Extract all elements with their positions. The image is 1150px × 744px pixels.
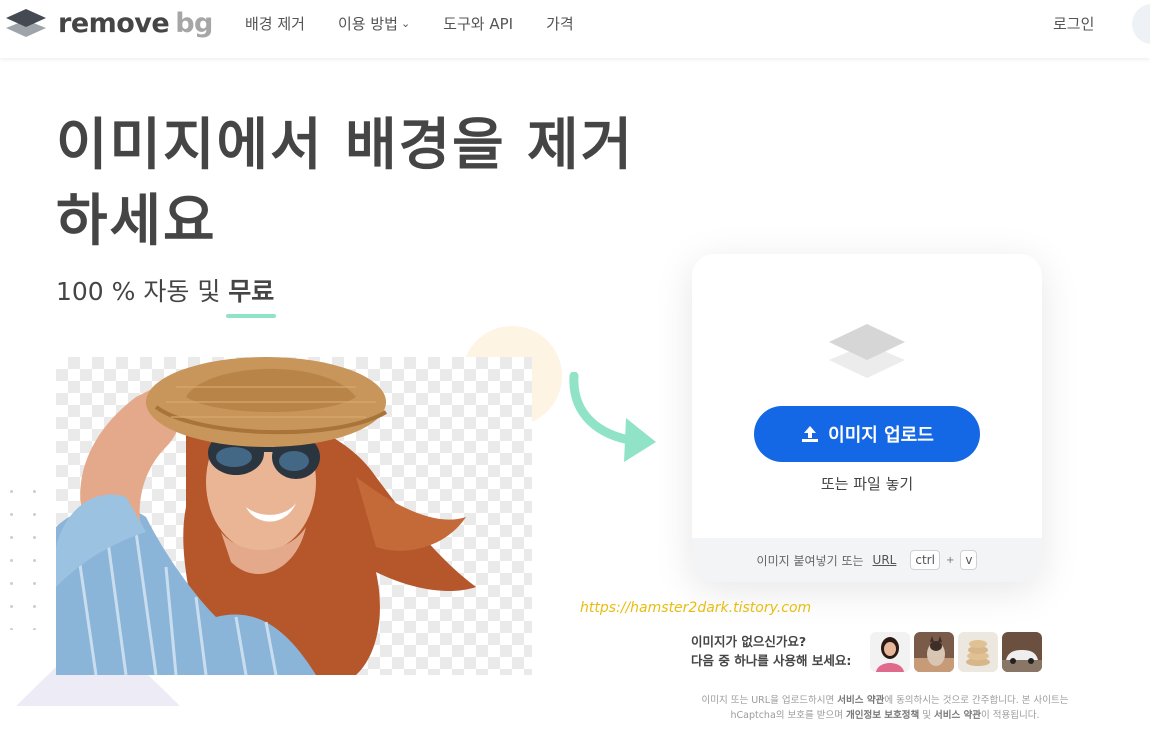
sample-images (870, 632, 1042, 672)
paste-url-link[interactable]: URL (873, 553, 897, 567)
top-navbar: remove bg 배경 제거 이용 방법 ⌄ 도구와 API 가격 로그인 (0, 0, 1150, 58)
removebg-logo[interactable]: remove bg (4, 6, 213, 40)
legal-text-4: 이 적용됩니다. (981, 710, 1040, 721)
terms-link-2[interactable]: 서비스 약관 (934, 710, 981, 721)
subtitle-prefix: 100 % 자동 및 (56, 277, 229, 306)
ctrl-key: ctrl (910, 550, 940, 570)
signup-button[interactable] (1132, 4, 1150, 44)
paste-bar: 이미지 붙여넣기 또는 URL ctrl + v (692, 538, 1042, 582)
legal-text-3: 및 (919, 710, 935, 721)
hero-subtitle: 100 % 자동 및 무료 (56, 272, 277, 318)
drop-file-hint: 또는 파일 놓기 (820, 475, 914, 493)
main-nav: 배경 제거 이용 방법 ⌄ 도구와 API 가격 (245, 13, 607, 34)
sample-food-thumbnail[interactable] (958, 632, 998, 672)
login-link[interactable]: 로그인 (1053, 13, 1094, 34)
logo-wordmark: remove bg (58, 7, 213, 39)
page-headline: 이미지에서 배경을 제거하세요 (56, 113, 635, 254)
sample-cat-thumbnail[interactable] (914, 632, 954, 672)
upload-button-label: 이미지 업로드 (828, 425, 934, 446)
chevron-down-icon: ⌄ (400, 17, 411, 30)
dot-grid-decoration (0, 480, 50, 630)
legal-notice: 이미지 또는 URL을 업로드하시면 서비스 약관에 동의하시는 것으로 간주합… (690, 693, 1080, 723)
layers-placeholder-icon (829, 324, 905, 378)
nav-how-to-use-label: 이용 방법 (337, 15, 398, 33)
woman-with-hat-image (56, 357, 476, 675)
nav-how-to-use[interactable]: 이용 방법 ⌄ (338, 13, 410, 34)
sample-woman-thumbnail[interactable] (870, 632, 910, 672)
privacy-policy-link[interactable]: 개인정보 보호정책 (846, 710, 919, 721)
nav-tools-api[interactable]: 도구와 API (443, 13, 513, 34)
v-key: v (960, 550, 978, 570)
blog-watermark: https://hamster2dark.tistory.com (580, 600, 812, 616)
no-image-line1: 이미지가 없으신가요? (691, 634, 807, 649)
no-image-prompt: 이미지가 없으신가요? 다음 중 하나를 사용해 보세요: (691, 632, 851, 670)
layers-logo-icon (6, 9, 46, 37)
nav-pricing[interactable]: 가격 (546, 13, 574, 34)
upload-icon (802, 426, 819, 442)
legal-text-1: 이미지 또는 URL을 업로드하시면 (701, 695, 838, 706)
paste-text: 이미지 붙여넣기 또는 (756, 553, 864, 568)
plus-sign: + (945, 554, 955, 566)
demo-cutout-image (56, 357, 532, 675)
upload-image-button[interactable]: 이미지 업로드 (754, 406, 980, 462)
terms-link[interactable]: 서비스 약관 (837, 695, 884, 706)
subtitle-free-highlight: 무료 (226, 272, 277, 318)
no-image-line2: 다음 중 하나를 사용해 보세요: (691, 653, 852, 668)
curved-arrow-icon (569, 372, 656, 462)
upload-card: 이미지 업로드 또는 파일 놓기 이미지 붙여넣기 또는 URL ctrl + … (692, 254, 1042, 582)
nav-remove-background[interactable]: 배경 제거 (245, 13, 305, 34)
sample-car-thumbnail[interactable] (1002, 632, 1042, 672)
